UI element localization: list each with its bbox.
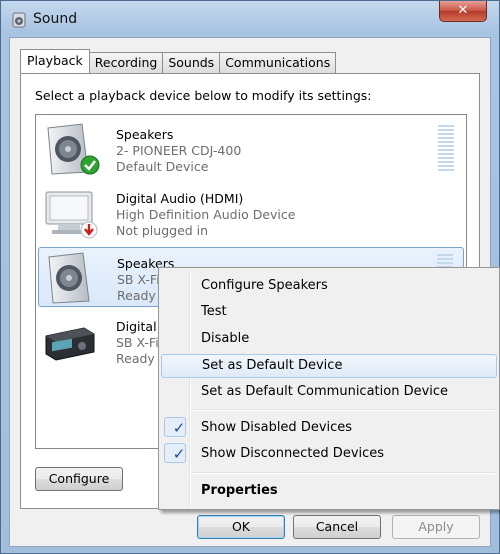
window-title: Sound [33, 11, 78, 27]
menu-separator [191, 472, 495, 474]
device-description: 2- PIONEER CDJ-400 [116, 143, 242, 158]
menu-item-set-default-device[interactable]: Set as Default Device [161, 354, 497, 378]
speaker-icon [48, 252, 90, 304]
device-name: Digital Audio (HDMI) [116, 191, 244, 206]
menu-item-properties[interactable]: Properties [161, 479, 497, 503]
tab-recording[interactable]: Recording [88, 52, 164, 73]
checkmark-icon: ✓ [172, 445, 186, 463]
red-down-arrow-icon [80, 221, 98, 239]
speaker-icon [12, 12, 26, 28]
context-menu: Configure Speakers Test Disable Set as D… [158, 267, 500, 510]
configure-button[interactable]: Configure [35, 467, 123, 491]
device-status: Default Device [116, 159, 209, 174]
instruction-text: Select a playback device below to modify… [35, 88, 372, 103]
device-name: Speakers [116, 127, 174, 142]
menu-item-show-disconnected[interactable]: ✓ Show Disconnected Devices [161, 442, 497, 466]
device-description: High Definition Audio Device [116, 207, 296, 222]
close-button[interactable]: ✕ [439, 1, 487, 22]
ok-button[interactable]: OK [197, 515, 285, 539]
menu-item-set-default-communication[interactable]: Set as Default Communication Device [161, 380, 497, 404]
menu-item-test[interactable]: Test [161, 300, 497, 324]
apply-button[interactable]: Apply [392, 515, 480, 539]
title-bar[interactable]: Sound ✕ [1, 1, 500, 37]
device-status: Not plugged in [116, 223, 209, 238]
tab-communications[interactable]: Communications [219, 52, 337, 73]
checkmark-icon: ✓ [172, 419, 186, 437]
receiver-icon [45, 327, 95, 361]
menu-item-configure-speakers[interactable]: Configure Speakers [161, 274, 497, 298]
menu-item-disable[interactable]: Disable [161, 327, 497, 351]
tab-playback[interactable]: Playback [20, 49, 90, 73]
device-item-hdmi[interactable]: Digital Audio (HDMI) High Definition Aud… [38, 183, 464, 243]
cancel-button[interactable]: Cancel [293, 515, 381, 539]
tab-strip: Playback Recording Sounds Communications [20, 49, 337, 74]
menu-item-show-disabled[interactable]: ✓ Show Disabled Devices [161, 416, 497, 440]
green-check-icon [80, 155, 100, 175]
menu-separator [191, 409, 495, 411]
tab-sounds[interactable]: Sounds [162, 52, 221, 73]
device-item-speakers-pioneer[interactable]: Speakers 2- PIONEER CDJ-400 Default Devi… [38, 119, 464, 179]
volume-meter [438, 125, 454, 173]
